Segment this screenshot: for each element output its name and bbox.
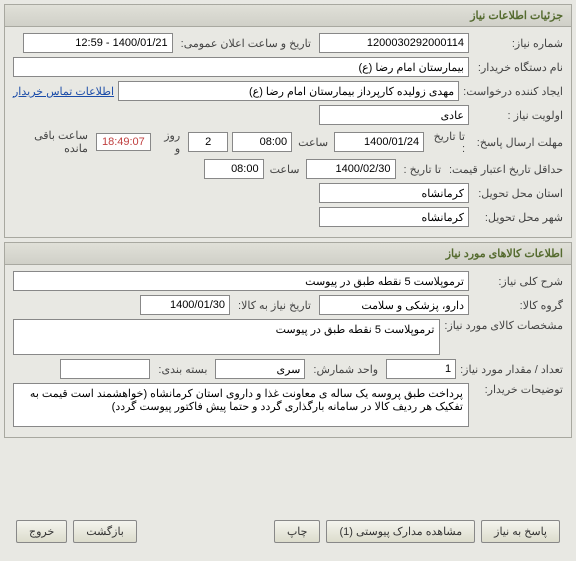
province-input[interactable]: [319, 183, 469, 203]
contact-link[interactable]: اطلاعات تماس خریدار: [13, 85, 114, 98]
desc-input[interactable]: [13, 271, 469, 291]
qty-input[interactable]: [386, 359, 456, 379]
pack-label: بسته بندی:: [154, 363, 211, 376]
time-label-2: ساعت: [268, 163, 302, 176]
creator-label: ایجاد کننده درخواست:: [463, 85, 563, 98]
validity-label: حداقل تاریخ اعتبار قیمت:: [449, 163, 563, 176]
days-input[interactable]: [188, 132, 228, 152]
buyer-org-label: نام دستگاه خریدار:: [473, 61, 563, 74]
history-label: تاریخ نیاز به کالا:: [234, 299, 315, 312]
group-input[interactable]: [319, 295, 469, 315]
priority-input[interactable]: [319, 105, 469, 125]
specs-textarea[interactable]: [13, 319, 440, 355]
to-date-label-2: تا تاریخ :: [400, 163, 445, 176]
validity-time-input[interactable]: [204, 159, 264, 179]
remain-label: ساعت باقی مانده: [13, 129, 92, 155]
info-panel-title: جزئیات اطلاعات نیاز: [5, 5, 571, 27]
specs-label: مشخصات کالای مورد نیاز:: [444, 319, 563, 332]
announce-input[interactable]: [23, 33, 173, 53]
city-input[interactable]: [319, 207, 469, 227]
history-input[interactable]: [140, 295, 230, 315]
group-label: گروه کالا:: [473, 299, 563, 312]
buttons-bar: پاسخ به نیاز مشاهده مدارک پیوستی (1) چاپ…: [6, 512, 570, 551]
unit-label: واحد شمارش:: [309, 363, 382, 376]
creator-input[interactable]: [118, 81, 459, 101]
countdown-display: 18:49:07: [96, 133, 151, 151]
priority-label: اولویت نیاز :: [473, 109, 563, 122]
need-number-label: شماره نیاز:: [473, 37, 563, 50]
buyer-org-input[interactable]: [13, 57, 469, 77]
city-label: شهر محل تحویل:: [473, 211, 563, 224]
print-button[interactable]: چاپ: [274, 520, 321, 543]
respond-button[interactable]: پاسخ به نیاز: [481, 520, 560, 543]
desc-label: شرح کلی نیاز:: [473, 275, 563, 288]
to-date-label: تا تاریخ :: [428, 130, 469, 155]
attachments-button[interactable]: مشاهده مدارک پیوستی (1): [326, 520, 475, 543]
days-label: روز و: [155, 129, 184, 155]
qty-label: تعداد / مقدار مورد نیاز:: [460, 363, 563, 376]
goods-panel-title: اطلاعات کالاهای مورد نیاز: [5, 243, 571, 265]
exit-button[interactable]: خروج: [16, 520, 67, 543]
notes-textarea[interactable]: [13, 383, 469, 427]
deadline-date-input[interactable]: [334, 132, 424, 152]
info-panel: جزئیات اطلاعات نیاز شماره نیاز: تاریخ و …: [4, 4, 572, 238]
deadline-time-input[interactable]: [232, 132, 292, 152]
validity-date-input[interactable]: [306, 159, 396, 179]
back-button[interactable]: بازگشت: [73, 520, 137, 543]
unit-input[interactable]: [215, 359, 305, 379]
pack-input[interactable]: [60, 359, 150, 379]
deadline-label: مهلت ارسال پاسخ:: [473, 136, 563, 149]
need-number-input[interactable]: [319, 33, 469, 53]
announce-label: تاریخ و ساعت اعلان عمومی:: [177, 37, 315, 50]
time-label-1: ساعت: [296, 136, 330, 149]
province-label: استان محل تحویل:: [473, 187, 563, 200]
notes-label: توضیحات خریدار:: [473, 383, 563, 396]
goods-panel: اطلاعات کالاهای مورد نیاز شرح کلی نیاز: …: [4, 242, 572, 438]
